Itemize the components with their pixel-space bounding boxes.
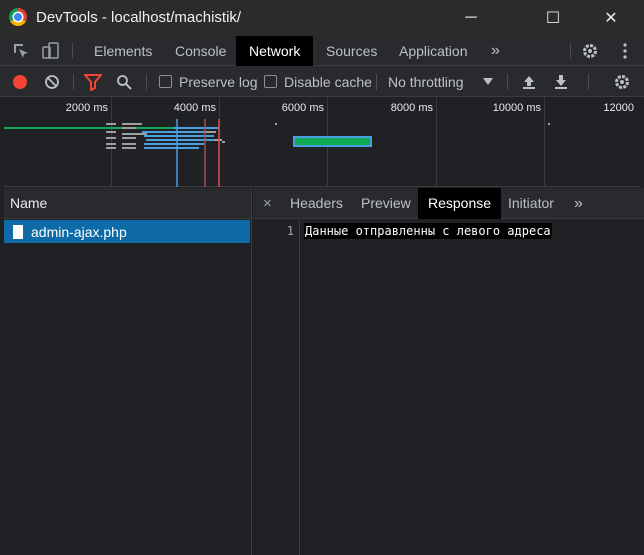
waterfall-bar (275, 123, 277, 125)
divider (376, 74, 377, 90)
checkbox-box (264, 75, 277, 88)
waterfall-bar (214, 139, 222, 141)
waterfall-bar (106, 137, 116, 139)
request-row-admin-ajax[interactable]: admin-ajax.php (4, 220, 250, 243)
filter-button[interactable] (84, 66, 102, 97)
clear-icon (45, 74, 59, 89)
import-har-button[interactable] (521, 66, 537, 97)
tab-headers[interactable]: Headers (280, 188, 353, 219)
search-icon (117, 74, 132, 90)
tab-console[interactable]: Console (162, 36, 239, 66)
waterfall-bar (122, 147, 136, 149)
panel-tabbar: Elements Console Network Sources Applica… (0, 36, 644, 66)
filter-icon (84, 73, 102, 91)
divider (146, 74, 147, 90)
upload-icon (523, 75, 535, 89)
response-body-text[interactable]: Данные отправленны с левого адреса (304, 223, 552, 239)
minimize-button[interactable]: ─ (448, 0, 494, 36)
detail-tabbar: × Headers Preview Response Initiator » (253, 188, 644, 219)
waterfall-bar (204, 131, 216, 133)
preserve-log-label: Preserve log (179, 73, 258, 90)
more-detail-tabs-button[interactable]: » (564, 188, 593, 219)
request-list-panel: Name admin-ajax.php (4, 188, 252, 555)
waterfall-bar (106, 147, 116, 149)
waterfall-bar (146, 139, 221, 141)
dropdown-arrow-icon (483, 77, 494, 85)
waterfall-bar (142, 131, 207, 133)
waterfall-bar (122, 143, 136, 145)
clear-button[interactable] (44, 66, 60, 97)
tab-response[interactable]: Response (418, 188, 502, 219)
record-icon (13, 74, 27, 89)
disable-cache-checkbox[interactable]: Disable cache (264, 66, 372, 97)
window-title: DevTools - localhost/machistik/ (36, 9, 242, 26)
download-icon (555, 74, 567, 89)
settings-gear-icon[interactable] (581, 42, 599, 60)
timeline-overview[interactable]: 2000 ms 4000 ms 6000 ms 8000 ms 10000 ms… (4, 97, 640, 187)
waterfall-bar (106, 143, 116, 145)
kebab-menu-icon[interactable] (616, 42, 634, 60)
waterfall-bar (144, 147, 199, 149)
tab-initiator[interactable]: Initiator (498, 188, 564, 219)
window-titlebar: DevTools - localhost/machistik/ ─ ☐ ✕ (0, 0, 644, 36)
device-toolbar-icon[interactable] (42, 42, 60, 60)
waterfall-overview-chart (4, 119, 550, 187)
waterfall-bar (174, 127, 219, 129)
waterfall-bar (222, 141, 225, 143)
waterfall-bar (144, 143, 204, 145)
inspect-element-icon[interactable] (12, 42, 30, 60)
close-button[interactable]: ✕ (588, 0, 634, 36)
tab-preview[interactable]: Preview (351, 188, 421, 219)
maximize-button[interactable]: ☐ (530, 0, 576, 36)
divider (507, 74, 508, 90)
tab-network[interactable]: Network (236, 36, 314, 66)
close-detail-button[interactable]: × (253, 188, 282, 219)
line-number: 1 (286, 224, 294, 238)
name-column-header[interactable]: Name (4, 188, 251, 219)
preserve-log-checkbox[interactable]: Preserve log (159, 66, 258, 97)
waterfall-bar (122, 127, 136, 129)
network-settings-button[interactable] (613, 66, 631, 97)
throttling-value: No throttling (388, 73, 464, 90)
throttling-select[interactable]: No throttling (388, 66, 494, 97)
waterfall-bar (548, 123, 550, 125)
chrome-logo-icon (9, 8, 27, 26)
line-number-gutter: 1 (253, 220, 300, 555)
tab-elements[interactable]: Elements (81, 36, 165, 66)
disable-cache-label: Disable cache (284, 73, 372, 90)
waterfall-bar (122, 123, 142, 125)
export-har-button[interactable] (553, 66, 569, 97)
checkbox-box (159, 75, 172, 88)
record-button[interactable] (12, 66, 28, 97)
tab-sources[interactable]: Sources (313, 36, 390, 66)
search-button[interactable] (116, 66, 132, 97)
waterfall-bar (295, 138, 370, 145)
waterfall-bar (106, 131, 116, 133)
waterfall-bar (122, 137, 136, 139)
request-name: admin-ajax.php (31, 223, 127, 240)
waterfall-bar (144, 135, 214, 137)
document-file-icon (13, 224, 23, 239)
waterfall-bar (106, 123, 116, 125)
waterfall-bar (4, 127, 174, 129)
more-tabs-button[interactable]: » (478, 36, 513, 66)
divider (73, 74, 74, 90)
divider (570, 43, 571, 59)
divider (72, 43, 73, 59)
settings-gear-icon (615, 74, 629, 89)
tab-application[interactable]: Application (386, 36, 481, 66)
request-detail-panel: × Headers Preview Response Initiator » 1… (253, 188, 644, 555)
waterfall-bar (122, 133, 147, 135)
network-toolbar: Preserve log Disable cache No throttling (0, 66, 644, 97)
divider (588, 74, 589, 90)
